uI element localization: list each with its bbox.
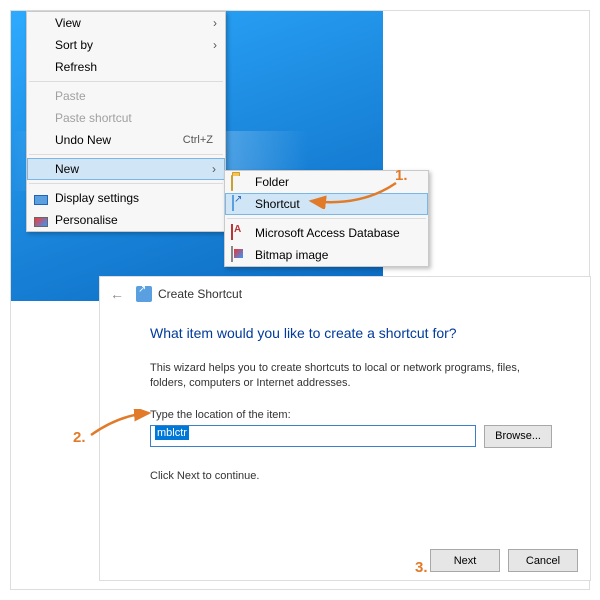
wizard-description: This wizard helps you to create shortcut… bbox=[150, 361, 552, 391]
menu-label: View bbox=[55, 16, 81, 30]
submenu-label: Microsoft Access Database bbox=[255, 226, 400, 240]
submenu-access[interactable]: Microsoft Access Database bbox=[225, 222, 428, 244]
desktop-context-menu: View › Sort by › Refresh Paste Paste sho… bbox=[26, 11, 226, 232]
menu-separator bbox=[29, 154, 223, 155]
submenu-bitmap[interactable]: Bitmap image bbox=[225, 244, 428, 266]
bitmap-icon bbox=[231, 247, 247, 263]
menu-paste-shortcut: Paste shortcut bbox=[27, 107, 225, 129]
submenu-label: Folder bbox=[255, 175, 289, 189]
menu-view[interactable]: View › bbox=[27, 12, 225, 34]
menu-display-settings[interactable]: Display settings bbox=[27, 187, 225, 209]
create-shortcut-wizard: ← Create Shortcut What item would you li… bbox=[99, 276, 591, 581]
menu-label: New bbox=[55, 162, 79, 176]
menu-separator bbox=[29, 81, 223, 82]
menu-paste: Paste bbox=[27, 85, 225, 107]
menu-label: Personalise bbox=[55, 213, 118, 227]
access-icon bbox=[231, 225, 247, 241]
shortcut-icon bbox=[136, 286, 152, 302]
menu-label: Refresh bbox=[55, 60, 97, 74]
location-input[interactable]: mblctr bbox=[150, 425, 476, 447]
menu-label: Paste shortcut bbox=[55, 111, 132, 125]
wizard-header-title: Create Shortcut bbox=[158, 287, 242, 301]
annotation-step2: 2. bbox=[73, 429, 86, 446]
menu-label: Sort by bbox=[55, 38, 93, 52]
wizard-header: ← Create Shortcut bbox=[100, 277, 590, 311]
annotation-arrow-icon bbox=[89, 409, 159, 439]
submenu-label: Bitmap image bbox=[255, 248, 328, 262]
next-button[interactable]: Next bbox=[430, 549, 500, 572]
cancel-button[interactable]: Cancel bbox=[508, 549, 578, 572]
location-label: Type the location of the item: bbox=[150, 409, 552, 421]
menu-label: Undo New bbox=[55, 133, 111, 147]
chevron-right-icon: › bbox=[213, 16, 217, 30]
menu-new[interactable]: New › bbox=[27, 158, 225, 180]
wizard-hint: Click Next to continue. bbox=[150, 470, 552, 482]
personalise-icon bbox=[33, 212, 49, 228]
menu-separator bbox=[227, 218, 426, 219]
annotation-step3: 3. bbox=[415, 559, 428, 576]
submenu-label: Shortcut bbox=[255, 197, 300, 211]
menu-label: Paste bbox=[55, 89, 86, 103]
display-icon bbox=[33, 190, 49, 206]
chevron-right-icon: › bbox=[213, 38, 217, 52]
menu-sort-by[interactable]: Sort by › bbox=[27, 34, 225, 56]
menu-shortcut: Ctrl+Z bbox=[183, 134, 213, 146]
location-input-value: mblctr bbox=[155, 426, 189, 440]
back-arrow-icon[interactable]: ← bbox=[110, 286, 124, 302]
annotation-arrow-icon bbox=[301, 179, 401, 209]
menu-label: Display settings bbox=[55, 191, 139, 205]
menu-undo-new[interactable]: Undo New Ctrl+Z bbox=[27, 129, 225, 151]
menu-separator bbox=[29, 183, 223, 184]
shortcut-icon bbox=[232, 196, 248, 212]
menu-refresh[interactable]: Refresh bbox=[27, 56, 225, 78]
menu-personalise[interactable]: Personalise bbox=[27, 209, 225, 231]
browse-button[interactable]: Browse... bbox=[484, 425, 552, 448]
chevron-right-icon: › bbox=[212, 162, 216, 176]
wizard-title: What item would you like to create a sho… bbox=[150, 325, 552, 341]
folder-icon bbox=[231, 174, 247, 190]
